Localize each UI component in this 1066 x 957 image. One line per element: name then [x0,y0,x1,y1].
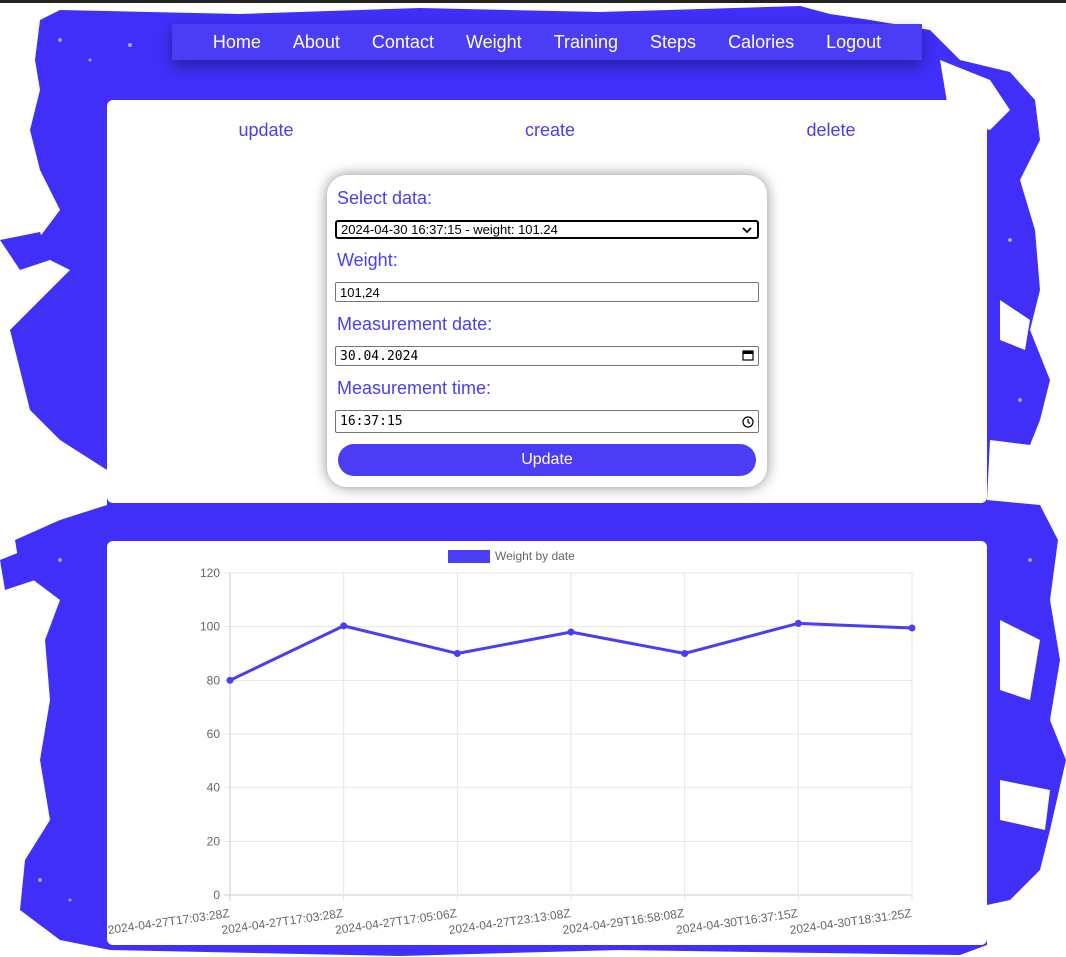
y-tick-label: 40 [207,781,221,795]
weight-chart-card: Weight by date 0 20 40 60 80 100 120 2024-04-2… [107,541,987,945]
y-tick-label: 20 [207,834,221,848]
y-tick-label: 60 [207,727,221,741]
y-tick-label: 80 [207,673,221,687]
nav-logout-link[interactable]: Logout [826,32,881,53]
update-weight-form: Select data: 2024-04-30 16:37:15 - weigh… [327,175,767,487]
crud-tabs: update create delete [107,120,987,144]
x-tick-label: 2024-04-27T17:03:28Z [107,906,230,937]
update-button[interactable]: Update [338,444,756,476]
nav-about-link[interactable]: About [293,32,340,53]
measurement-time-label: Measurement time: [337,378,492,398]
x-tick-label: 2024-04-29T16:58:08Z [562,906,686,937]
nav-steps-link[interactable]: Steps [650,32,696,53]
data-point[interactable] [567,628,575,636]
nav-home-link[interactable]: Home [213,32,261,53]
tab-update[interactable]: update [238,120,293,141]
nav-calories-link[interactable]: Calories [728,32,794,53]
weight-line-chart: Weight by date 0 20 40 60 80 100 120 2024-04-2… [107,549,916,937]
x-tick-label: 2024-04-30T16:37:15Z [675,906,799,937]
data-point[interactable] [681,650,689,657]
y-axis-ticks: 0 20 40 60 80 100 120 [200,566,220,902]
legend-label[interactable]: Weight by date [495,549,575,563]
nav-contact-link[interactable]: Contact [372,32,434,53]
x-axis-ticks: 2024-04-27T17:03:28Z2024-04-27T17:03:28Z… [107,906,912,937]
calendar-icon[interactable] [742,349,754,361]
weight-input[interactable]: 101,24 [335,282,759,302]
data-point[interactable] [794,619,802,627]
measurement-time-input[interactable]: 16:37:15 [335,410,759,433]
tab-create[interactable]: create [525,120,575,141]
measurement-date-input[interactable]: 30.04.2024 [335,346,759,366]
legend-swatch[interactable] [448,550,490,563]
selected-option-text: 2024-04-30 16:37:15 - weight: 101.24 [341,222,558,237]
chevron-down-icon [742,227,752,234]
weight-input-value: 101,24 [340,284,380,300]
time-input-value: 16:37:15 [340,414,403,429]
y-tick-label: 100 [200,620,220,634]
y-tick-label: 0 [213,888,220,902]
weight-edit-panel: update create delete Select data: 2024-0… [107,100,987,503]
data-point[interactable] [908,624,916,632]
tab-delete[interactable]: delete [806,120,855,141]
nav-weight-link[interactable]: Weight [466,32,522,53]
select-data-label: Select data: [337,188,433,208]
date-input-value: 30.04.2024 [340,348,419,364]
data-select[interactable]: 2024-04-30 16:37:15 - weight: 101.24 [335,220,759,239]
nav-training-link[interactable]: Training [554,32,618,53]
data-point[interactable] [453,650,461,657]
weight-label: Weight: [337,250,398,270]
x-tick-label: 2024-04-27T17:03:28Z [221,906,345,937]
chart-grid [224,572,913,901]
data-point[interactable] [340,622,348,630]
measurement-date-label: Measurement date: [337,314,493,334]
data-point[interactable] [226,676,234,684]
x-tick-label: 2024-04-27T23:13:08Z [448,906,572,937]
x-tick-label: 2024-04-27T17:05:06Z [334,906,458,937]
top-navigation-bar: Home About Contact Weight Training Steps… [172,24,922,60]
x-tick-label: 2024-04-30T18:31:25Z [789,906,913,937]
y-tick-label: 120 [200,566,220,580]
clock-icon[interactable] [742,416,754,428]
